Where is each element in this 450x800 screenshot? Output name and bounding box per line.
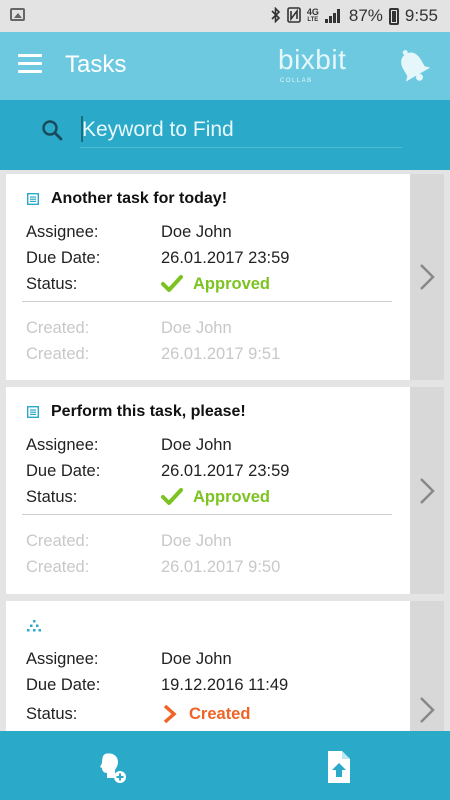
open-task-button[interactable] bbox=[410, 387, 444, 594]
task-icon bbox=[27, 406, 39, 418]
created-label: Created: bbox=[26, 532, 90, 550]
app-bar: Tasks bixbit COLLAB bbox=[0, 32, 450, 100]
task-icon bbox=[27, 193, 39, 205]
task-card[interactable]: Another task for today! Assignee: Doe Jo… bbox=[6, 174, 444, 380]
assignee-label: Assignee: bbox=[26, 650, 99, 668]
bottom-bar bbox=[0, 731, 450, 800]
check-icon bbox=[161, 275, 183, 292]
due-date-value: 26.01.2017 23:59 bbox=[161, 249, 290, 267]
assignee-label: Assignee: bbox=[26, 223, 99, 241]
status-label: Status: bbox=[26, 275, 78, 293]
task-list[interactable]: Another task for today! Assignee: Doe Jo… bbox=[0, 170, 450, 731]
task-card[interactable]: Perform this task, please! Assignee: Doe… bbox=[6, 387, 444, 594]
bluetooth-icon bbox=[271, 6, 281, 26]
status-badge: Created bbox=[161, 703, 250, 725]
status-badge: Approved bbox=[161, 486, 270, 508]
assignee-label: Assignee: bbox=[26, 436, 99, 454]
assignee-value: Doe John bbox=[161, 650, 232, 668]
created-label: Created: bbox=[26, 345, 90, 363]
open-task-button[interactable] bbox=[410, 174, 444, 380]
due-date-label: Due Date: bbox=[26, 676, 101, 694]
due-date-value: 19.12.2016 11:49 bbox=[161, 676, 289, 694]
task-title: Another task for today! bbox=[27, 188, 227, 210]
task-card[interactable]: Assignee: Doe John Due Date: 19.12.2016 … bbox=[6, 601, 444, 731]
nfc-icon bbox=[287, 6, 301, 26]
signal-icon bbox=[324, 9, 343, 23]
status-bar: 4G LTE 87% 9:55 bbox=[0, 0, 450, 32]
image-icon bbox=[10, 8, 25, 21]
search-bar bbox=[0, 100, 450, 170]
upload-file-icon[interactable] bbox=[322, 749, 358, 785]
battery-icon bbox=[388, 7, 399, 25]
add-user-icon[interactable] bbox=[95, 749, 131, 785]
bell-icon[interactable] bbox=[394, 46, 432, 86]
divider bbox=[22, 514, 392, 515]
status-label: Status: bbox=[26, 488, 78, 506]
clock: 9:55 bbox=[404, 6, 438, 25]
page-title: Tasks bbox=[65, 51, 127, 78]
battery-percent: 87% bbox=[348, 6, 383, 25]
due-date-label: Due Date: bbox=[26, 249, 101, 267]
created-at-value: 26.01.2017 9:51 bbox=[161, 345, 281, 363]
created-label: Created: bbox=[26, 319, 90, 337]
chevron-right-icon bbox=[420, 477, 435, 504]
chevron-right-icon bbox=[163, 704, 177, 724]
hierarchy-icon bbox=[27, 620, 41, 632]
created-at-value: 26.01.2017 9:50 bbox=[161, 558, 281, 576]
task-title: Perform this task, please! bbox=[27, 401, 246, 423]
network-type: 4G LTE bbox=[306, 7, 319, 24]
task-title bbox=[27, 615, 53, 637]
status-badge: Approved bbox=[161, 273, 270, 295]
assignee-value: Doe John bbox=[161, 223, 232, 241]
created-label: Created: bbox=[26, 558, 90, 576]
search-input[interactable] bbox=[80, 112, 402, 148]
menu-icon[interactable] bbox=[18, 54, 42, 74]
due-date-value: 26.01.2017 23:59 bbox=[161, 462, 290, 480]
assignee-value: Doe John bbox=[161, 436, 232, 454]
due-date-label: Due Date: bbox=[26, 462, 101, 480]
chevron-right-icon bbox=[420, 697, 435, 723]
brand-logo: bixbit COLLAB bbox=[278, 44, 347, 84]
status-label: Status: bbox=[26, 705, 78, 723]
created-by-value: Doe John bbox=[161, 319, 232, 337]
search-icon bbox=[42, 120, 63, 141]
created-by-value: Doe John bbox=[161, 532, 232, 550]
text-cursor bbox=[81, 116, 83, 142]
chevron-right-icon bbox=[420, 264, 435, 290]
open-task-button[interactable] bbox=[410, 601, 444, 731]
check-icon bbox=[161, 488, 183, 505]
divider bbox=[22, 301, 392, 302]
